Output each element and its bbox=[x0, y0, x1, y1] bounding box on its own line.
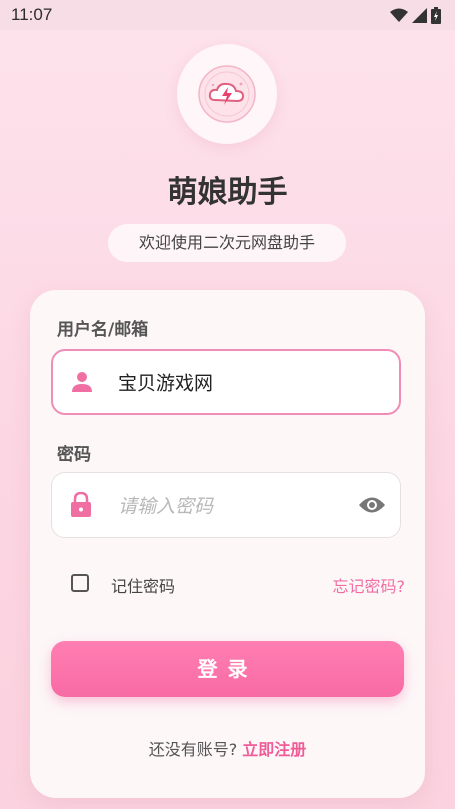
password-label: 密码 bbox=[57, 445, 91, 465]
cloud-lightning-logo bbox=[198, 65, 256, 123]
password-placeholder: 请输入密码 bbox=[118, 495, 214, 518]
username-field[interactable]: 宝贝游戏网 bbox=[51, 349, 401, 415]
signal-icon bbox=[412, 8, 427, 23]
password-field[interactable]: 请输入密码 bbox=[51, 472, 401, 538]
forgot-password-link[interactable]: 忘记密码? bbox=[333, 573, 406, 597]
app-subtitle: 欢迎使用二次元网盘助手 bbox=[108, 224, 346, 262]
wifi-icon bbox=[390, 8, 408, 22]
username-label: 用户名/邮箱 bbox=[57, 320, 149, 340]
eye-icon[interactable] bbox=[358, 496, 386, 514]
lock-icon bbox=[71, 492, 91, 517]
register-prompt: 还没有账号? bbox=[148, 740, 238, 759]
status-time: 11:07 bbox=[11, 5, 53, 24]
remember-label[interactable]: 记住密码 bbox=[111, 573, 175, 597]
login-button[interactable]: 登录 bbox=[51, 641, 404, 697]
user-icon bbox=[72, 372, 92, 392]
status-icons bbox=[390, 7, 441, 24]
remember-checkbox[interactable] bbox=[71, 574, 89, 592]
battery-icon bbox=[431, 7, 441, 24]
register-row: 还没有账号? 立即注册 bbox=[30, 736, 425, 760]
register-link[interactable]: 立即注册 bbox=[242, 740, 306, 759]
username-value: 宝贝游戏网 bbox=[118, 372, 214, 395]
app-title: 萌娘助手 bbox=[167, 175, 288, 210]
login-card: 用户名/邮箱 宝贝游戏网 密码 请输入密码 记住密码 忘记密码? 登录 还没有账… bbox=[30, 290, 425, 798]
app-logo bbox=[177, 44, 277, 144]
status-bar: 11:07 bbox=[0, 0, 455, 30]
